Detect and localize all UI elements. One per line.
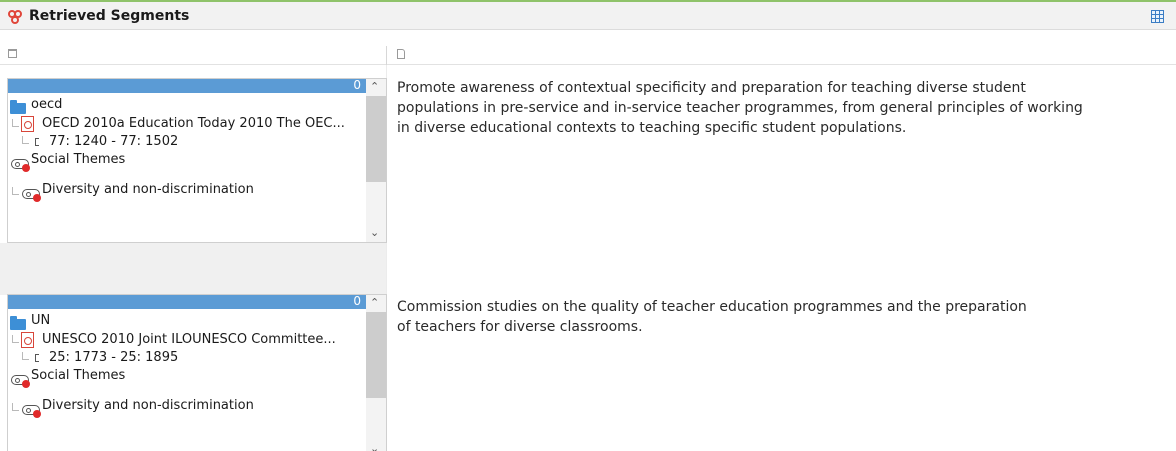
folder-icon bbox=[10, 100, 26, 114]
segment-header-bar: 0 bbox=[8, 295, 366, 309]
document-name[interactable]: UNESCO 2010 Joint ILOUNESCO Committee... bbox=[42, 332, 336, 347]
segment-scrollbar[interactable]: ⌃ ⌄ bbox=[366, 295, 386, 451]
scroll-up-icon[interactable]: ⌃ bbox=[370, 296, 379, 309]
quotation-bracket-icon bbox=[35, 354, 39, 362]
scroll-down-icon[interactable]: ⌄ bbox=[370, 226, 379, 239]
segment-text[interactable]: Promote awareness of contextual specific… bbox=[397, 78, 1157, 138]
pdf-document-icon bbox=[21, 332, 34, 348]
tree-connector bbox=[22, 352, 29, 360]
pdf-document-icon bbox=[21, 116, 34, 132]
segment-header-bar: 0 bbox=[8, 79, 366, 93]
code-group-name[interactable]: Social Themes bbox=[31, 152, 125, 167]
tree-connector bbox=[12, 335, 19, 343]
segment-info-card[interactable]: 0 ⌃ ⌄ oecd OECD 2010a Education Today 20… bbox=[7, 78, 387, 243]
code-column-icon[interactable] bbox=[8, 49, 17, 58]
tree-connector bbox=[12, 403, 19, 411]
tree-connector bbox=[12, 119, 19, 127]
scroll-up-icon[interactable]: ⌃ bbox=[370, 80, 379, 93]
segment-info-card[interactable]: 0 ⌃ ⌄ UN UNESCO 2010 Joint ILOUNESCO Com… bbox=[7, 294, 387, 451]
table-grid-icon[interactable] bbox=[1151, 10, 1164, 23]
column-divider[interactable] bbox=[386, 46, 387, 65]
text-column-icon[interactable] bbox=[397, 49, 405, 59]
segment-count: 0 bbox=[353, 78, 361, 92]
code-icon bbox=[22, 189, 41, 202]
code-name[interactable]: Diversity and non-discrimination bbox=[42, 398, 254, 413]
scroll-thumb[interactable] bbox=[366, 312, 386, 398]
segment-range[interactable]: 25: 1773 - 25: 1895 bbox=[49, 350, 178, 365]
tree-connector bbox=[22, 136, 29, 144]
folder-name[interactable]: UN bbox=[31, 313, 50, 328]
code-group-name[interactable]: Social Themes bbox=[31, 368, 125, 383]
segment-count: 0 bbox=[353, 294, 361, 308]
segment-range[interactable]: 77: 1240 - 77: 1502 bbox=[49, 134, 178, 149]
code-name[interactable]: Diversity and non-discrimination bbox=[42, 182, 254, 197]
tree-connector bbox=[12, 187, 19, 195]
document-name[interactable]: OECD 2010a Education Today 2010 The OEC.… bbox=[42, 116, 345, 131]
column-header-bar bbox=[0, 46, 1176, 65]
scroll-down-icon[interactable]: ⌄ bbox=[370, 442, 379, 451]
code-group-icon bbox=[11, 375, 30, 388]
segment-gap bbox=[0, 243, 387, 295]
segment-scrollbar[interactable]: ⌃ ⌄ bbox=[366, 79, 386, 242]
panel-title: Retrieved Segments bbox=[29, 8, 190, 24]
code-group-icon bbox=[11, 159, 30, 172]
quotation-bracket-icon bbox=[35, 138, 39, 146]
folder-icon bbox=[10, 316, 26, 330]
folder-name[interactable]: oecd bbox=[31, 97, 62, 112]
scroll-thumb[interactable] bbox=[366, 96, 386, 182]
segments-logo-icon bbox=[8, 10, 22, 24]
segment-text[interactable]: Commission studies on the quality of tea… bbox=[397, 297, 1157, 337]
code-icon bbox=[22, 405, 41, 418]
panel-header: Retrieved Segments bbox=[0, 2, 1176, 30]
